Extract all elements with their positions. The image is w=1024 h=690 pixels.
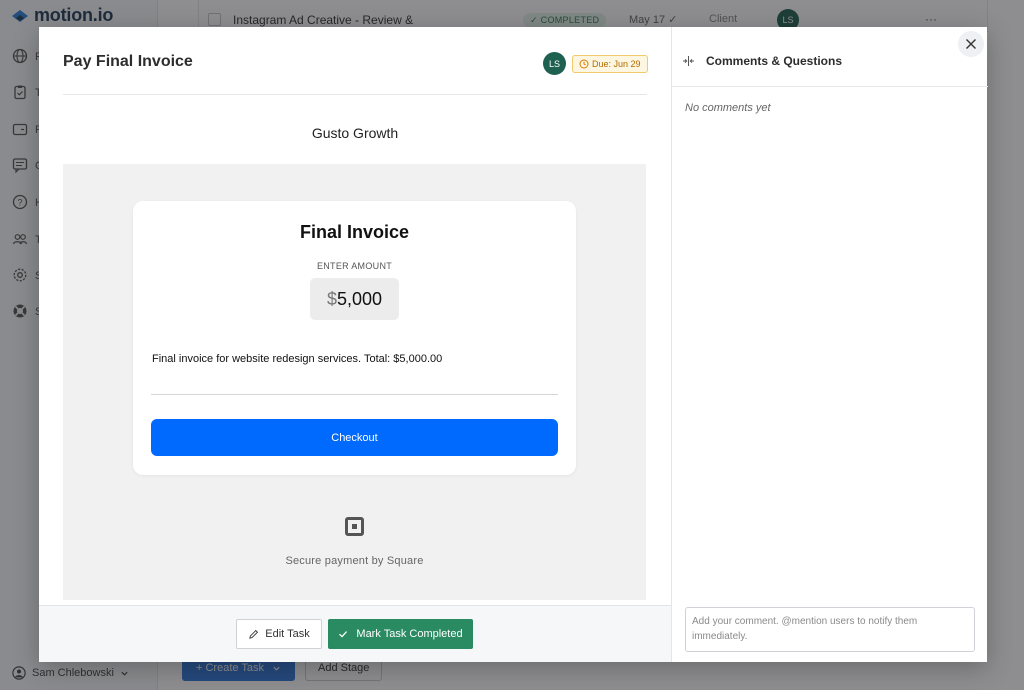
comments-title: Comments & Questions	[706, 54, 843, 68]
due-date-badge: Due: Jun 29	[572, 55, 648, 73]
invoice-card: Final Invoice ENTER AMOUNT $5,000 Final …	[133, 201, 576, 475]
close-icon	[966, 39, 976, 49]
divider	[151, 394, 558, 395]
edit-task-button[interactable]: Edit Task	[236, 619, 322, 649]
comment-input[interactable]	[685, 607, 975, 652]
mark-complete-label: Mark Task Completed	[356, 628, 463, 640]
collapse-panel-icon[interactable]	[682, 55, 695, 67]
task-detail-pane: Pay Final Invoice LS Due: Jun 29 Gusto G…	[39, 27, 671, 662]
page-title: Pay Final Invoice	[63, 53, 193, 70]
divider	[63, 94, 647, 95]
avatar[interactable]: LS	[543, 52, 566, 75]
due-date-text: Due: Jun 29	[592, 59, 641, 69]
amount-input[interactable]: $5,000	[310, 278, 399, 320]
square-logo-icon	[345, 517, 364, 536]
secure-payment-text: Secure payment by Square	[285, 555, 424, 567]
task-modal: Pay Final Invoice LS Due: Jun 29 Gusto G…	[39, 27, 988, 662]
empty-comments-text: No comments yet	[685, 102, 771, 114]
checkout-button[interactable]: Checkout	[151, 419, 558, 456]
currency-symbol: $	[326, 288, 337, 309]
checkmark-icon	[339, 631, 348, 638]
task-actions-bar: Edit Task Mark Task Completed	[39, 605, 671, 662]
comments-pane: Comments & Questions No comments yet	[671, 27, 988, 662]
amount-value: 5,000	[336, 288, 383, 309]
payment-embed: Final Invoice ENTER AMOUNT $5,000 Final …	[63, 164, 646, 600]
clock-icon	[579, 59, 589, 69]
invoice-title: Final Invoice	[299, 222, 410, 242]
mark-complete-button[interactable]: Mark Task Completed	[328, 619, 473, 649]
company-name: Gusto Growth	[311, 125, 399, 141]
edit-task-label: Edit Task	[265, 628, 310, 640]
close-modal-button[interactable]	[958, 31, 984, 57]
amount-label: ENTER AMOUNT	[316, 261, 393, 271]
comments-header: Comments & Questions	[672, 27, 988, 87]
pencil-icon	[249, 629, 259, 639]
invoice-description: Final invoice for website redesign servi…	[152, 353, 443, 365]
